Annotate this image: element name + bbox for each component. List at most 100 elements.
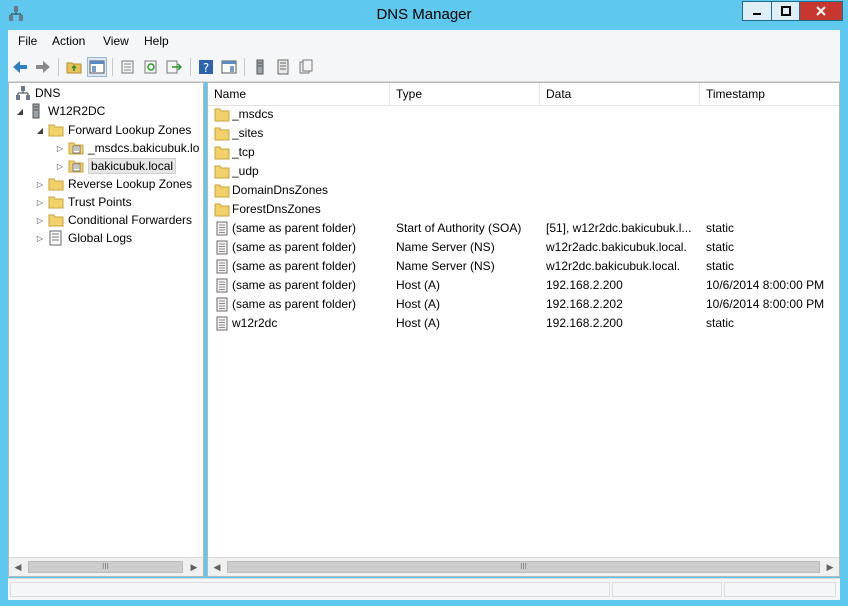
tree-node-global-logs[interactable]: ▷ Global Logs [35, 229, 132, 247]
expand-arrow-icon[interactable]: ▷ [35, 234, 45, 243]
list-item[interactable]: (same as parent folder) Start of Authorit… [208, 219, 839, 238]
list-item[interactable]: _udp [208, 162, 839, 181]
cell-name: (same as parent folder) [232, 297, 357, 311]
folder-icon [48, 214, 64, 227]
list-item[interactable]: w12r2dc Host (A) 192.168.2.200 static [208, 314, 839, 333]
folder-icon [214, 184, 230, 198]
properties-icon [121, 60, 134, 74]
scroll-left-button[interactable]: ◀ [209, 559, 225, 575]
tree-node-forward-lookup-zones[interactable]: ◢ Forward Lookup Zones [35, 121, 191, 139]
tree-label-msdcs-zone: _msdcs.bakicubuk.lo [88, 141, 200, 155]
refresh-button[interactable] [141, 57, 161, 77]
expand-arrow-icon[interactable]: ▷ [35, 216, 45, 225]
list-item[interactable]: (same as parent folder) Host (A) 192.168.2… [208, 276, 839, 295]
expand-arrow-icon[interactable]: ▷ [55, 144, 65, 153]
list-item[interactable]: (same as parent folder) Host (A) 192.168.2… [208, 295, 839, 314]
export-list-button[interactable] [164, 57, 184, 77]
log-icon [49, 230, 62, 246]
show-hide-console-tree-button[interactable] [87, 57, 107, 77]
toolbar-separator [244, 58, 245, 76]
cell-name: ForestDnsZones [232, 202, 321, 216]
cell-type: Host (A) [396, 297, 441, 311]
folder-icon [214, 203, 230, 217]
expand-arrow-icon[interactable]: ▷ [55, 162, 65, 171]
tree-label-forward-lookup-zones: Forward Lookup Zones [68, 123, 192, 137]
tree-label-conditional-forwarders: Conditional Forwarders [68, 213, 193, 227]
console-tree[interactable]: DNS ◢ W12R2DC ◢ Forward Lookup Zones ▷ _… [8, 82, 204, 577]
list-item[interactable]: (same as parent folder) Name Server (NS) w… [208, 238, 839, 257]
list-horizontal-scrollbar[interactable]: ◀ III ▶ [208, 557, 839, 576]
maximize-button[interactable] [771, 1, 800, 21]
tree-horizontal-scrollbar[interactable]: ◀ III ▶ [9, 557, 203, 576]
folder-icon [214, 165, 230, 179]
tree-node-trust-points[interactable]: ▷ Trust Points [35, 193, 132, 211]
cell-name: (same as parent folder) [232, 278, 357, 292]
cell-data: 192.168.2.200 [546, 316, 623, 330]
results-list[interactable]: Name Type Data Timestamp _msdcs _sites _tc… [207, 82, 840, 577]
scroll-thumb[interactable]: III [227, 561, 820, 573]
back-icon [13, 61, 27, 73]
show-hide-action-pane-button[interactable] [219, 57, 239, 77]
tree-node-reverse-lookup-zones[interactable]: ▷ Reverse Lookup Zones [35, 175, 192, 193]
cell-type: Name Server (NS) [396, 259, 495, 273]
tree-node-dns[interactable]: DNS [15, 84, 60, 102]
tree-node-server[interactable]: ◢ W12R2DC [15, 102, 105, 120]
server-icon [256, 59, 264, 75]
help-button[interactable]: ? [196, 57, 216, 77]
records-button[interactable] [296, 57, 316, 77]
scroll-right-button[interactable]: ▶ [186, 559, 202, 575]
zone-list-button[interactable] [273, 57, 293, 77]
zone-icon [68, 160, 84, 173]
collapse-arrow-icon[interactable]: ◢ [15, 107, 25, 116]
folder-icon [48, 124, 64, 137]
collapse-arrow-icon[interactable]: ◢ [35, 126, 45, 135]
up-folder-button[interactable] [64, 57, 84, 77]
cell-data: w12r2dc.bakicubuk.local. [546, 259, 681, 273]
tree-label-dns: DNS [35, 86, 61, 100]
cell-data: w12r2adc.bakicubuk.local. [546, 240, 687, 254]
scroll-thumb[interactable]: III [28, 561, 183, 573]
close-button[interactable] [799, 1, 843, 21]
toolbar: ? [8, 52, 840, 82]
properties-button[interactable] [118, 57, 138, 77]
cell-data: 192.168.2.200 [546, 278, 623, 292]
back-button[interactable] [10, 57, 30, 77]
cell-type: Host (A) [396, 316, 441, 330]
expand-arrow-icon[interactable]: ▷ [35, 198, 45, 207]
menu-file[interactable]: File [18, 34, 37, 48]
record-icon [216, 221, 228, 236]
column-header-data[interactable]: Data [540, 83, 700, 105]
list-item[interactable]: _sites [208, 124, 839, 143]
server-button[interactable] [250, 57, 270, 77]
list-item[interactable]: DomainDnsZones [208, 181, 839, 200]
cell-name: (same as parent folder) [232, 259, 357, 273]
cell-name: DomainDnsZones [232, 183, 329, 197]
maximize-icon [780, 6, 791, 16]
column-header-name[interactable]: Name [208, 83, 390, 105]
column-header-timestamp[interactable]: Timestamp [700, 83, 839, 105]
menu-help[interactable]: Help [144, 34, 169, 48]
minimize-button[interactable] [742, 1, 772, 21]
column-header-type[interactable]: Type [390, 83, 540, 105]
list-item[interactable]: _tcp [208, 143, 839, 162]
menu-view[interactable]: View [103, 34, 129, 48]
cell-name: _udp [232, 164, 259, 178]
cell-data: [51], w12r2dc.bakicubuk.l... [546, 221, 692, 235]
scroll-left-button[interactable]: ◀ [10, 559, 26, 575]
list-item[interactable]: ForestDnsZones [208, 200, 839, 219]
record-icon [216, 278, 228, 293]
status-cell-2 [612, 582, 722, 597]
tree-node-conditional-forwarders[interactable]: ▷ Conditional Forwarders [35, 211, 192, 229]
cell-name: _tcp [232, 145, 255, 159]
toolbar-separator [112, 58, 113, 76]
list-item[interactable]: _msdcs [208, 105, 839, 124]
list-item[interactable]: (same as parent folder) Name Server (NS) w… [208, 257, 839, 276]
scroll-right-button[interactable]: ▶ [822, 559, 838, 575]
tree-node-msdcs-zone[interactable]: ▷ _msdcs.bakicubuk.lo [55, 139, 199, 157]
menu-action[interactable]: Action [52, 34, 85, 48]
expand-arrow-icon[interactable]: ▷ [35, 180, 45, 189]
tree-label-global-logs: Global Logs [68, 231, 133, 245]
forward-button[interactable] [33, 57, 53, 77]
cell-name: (same as parent folder) [232, 221, 357, 235]
tree-node-bakicubuk-local[interactable]: ▷ bakicubuk.local [55, 157, 177, 175]
